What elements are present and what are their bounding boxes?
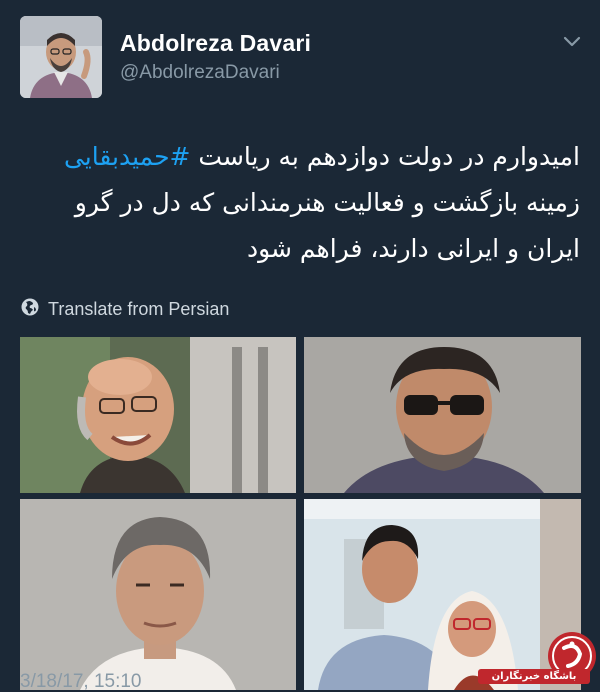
- tweet-timestamp[interactable]: 3/18/17, 15:10: [20, 672, 142, 692]
- photo-man-with-glasses[interactable]: [304, 337, 581, 493]
- tweet-line-1-text: امیدوارم در دولت دوازدهم به ریاست: [190, 142, 580, 171]
- tweet-text: امیدوارم در دولت دوازدهم به ریاست #حمیدب…: [14, 134, 580, 272]
- chevron-down-icon[interactable]: [562, 34, 582, 50]
- tweet-card: Abdolreza Davari @AbdolrezaDavari امیدوا…: [0, 0, 600, 692]
- author-display-name[interactable]: Abdolreza Davari: [120, 30, 311, 57]
- photo-smiling-bald-man[interactable]: [20, 337, 296, 493]
- hashtag-link[interactable]: #حمیدبقایی: [64, 142, 191, 171]
- watermark-logo: باشگاه خبرنگاران: [478, 630, 596, 688]
- photo-gray-haired-man[interactable]: [20, 499, 296, 690]
- translate-label: Translate from Persian: [48, 298, 230, 319]
- tweet-line-1: امیدوارم در دولت دوازدهم به ریاست #حمیدب…: [14, 134, 580, 180]
- globe-icon: [20, 297, 40, 322]
- tweet-line-3: ایران و ایرانی دارند، فراهم شود: [246, 234, 580, 263]
- author-avatar[interactable]: [20, 16, 102, 98]
- tweet-line-2: زمینه بازگشت و فعالیت هنرمندانی که دل در…: [74, 188, 580, 217]
- translate-button[interactable]: Translate from Persian: [20, 298, 229, 320]
- watermark-text: باشگاه خبرنگاران: [478, 669, 590, 684]
- author-handle[interactable]: @AbdolrezaDavari: [120, 62, 280, 84]
